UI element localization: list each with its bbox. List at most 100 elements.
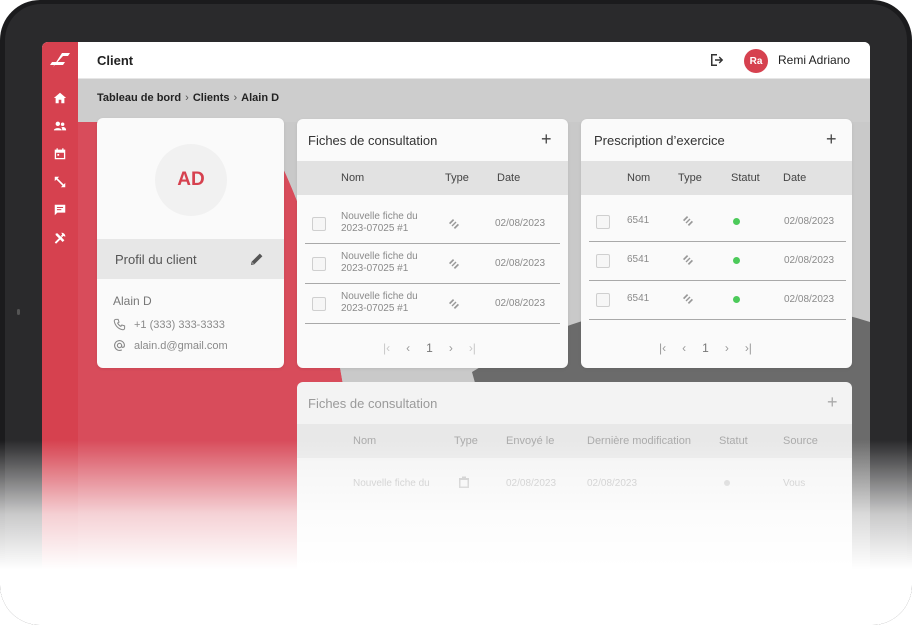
add-prescription-button[interactable]: + (826, 130, 837, 148)
row-date: 02/08/2023 (495, 298, 546, 309)
client-name: Alain D (113, 294, 152, 308)
prev-page-icon[interactable]: ‹ (682, 341, 686, 355)
row-date: 02/08/2023 (495, 258, 546, 269)
column-header[interactable]: Statut (731, 172, 760, 184)
column-header[interactable]: Statut (719, 435, 748, 447)
last-page-icon[interactable]: ›| (469, 341, 476, 355)
exercise-prescription-card: Prescription d’exercice + Nom Type Statu… (581, 119, 852, 368)
row-name: 6541 (627, 293, 650, 304)
row-checkbox[interactable] (596, 215, 610, 229)
breadcrumb-clients[interactable]: Clients (193, 92, 230, 104)
app-logo[interactable] (50, 50, 70, 68)
row-name: Nouvelle fiche du (353, 478, 430, 489)
dumbbell-icon (683, 216, 693, 226)
table-row[interactable]: Nouvelle fiche du 2023-07025 #1 02/08/20… (305, 204, 560, 244)
row-name-line1: Nouvelle fiche du (341, 211, 418, 222)
row-checkbox[interactable] (312, 217, 326, 231)
row-date: 02/08/2023 (784, 294, 835, 305)
column-header[interactable]: Nom (353, 435, 376, 447)
consultation-forms-full-card: Fiches de consultation + Nom Type Envoyé… (297, 382, 852, 625)
table-row[interactable]: 6541 02/08/2023 (589, 202, 846, 242)
row-checkbox[interactable] (312, 257, 326, 271)
phone-icon (113, 318, 126, 331)
clipboard-icon (459, 476, 469, 488)
first-page-icon[interactable]: |‹ (383, 341, 390, 355)
next-page-icon[interactable]: › (725, 341, 729, 355)
status-dot (733, 296, 740, 303)
add-consultation-button[interactable]: + (541, 130, 552, 148)
logout-icon[interactable] (710, 53, 724, 67)
breadcrumb: Tableau de bord › Clients › Alain D (97, 92, 279, 104)
card-title: Fiches de consultation (308, 396, 438, 411)
add-consultation-button[interactable]: + (827, 393, 838, 411)
tools-icon[interactable] (52, 230, 68, 246)
row-modified-date: 02/08/2023 (587, 478, 638, 489)
row-name-line2: 2023-07025 #1 (341, 303, 409, 314)
current-page[interactable]: 1 (426, 341, 433, 355)
column-header[interactable]: Nom (341, 172, 364, 184)
column-header[interactable]: Date (497, 172, 520, 184)
row-source: Vous (783, 478, 806, 489)
row-checkbox[interactable] (596, 254, 610, 268)
client-email-text: alain.d@gmail.com (134, 339, 228, 352)
profile-section-header: Profil du client (97, 239, 284, 279)
table-row[interactable]: Nouvelle fiche du 2023-07025 #1 02/08/20… (305, 284, 560, 324)
row-name: 6541 (627, 254, 650, 265)
next-page-icon[interactable]: › (449, 341, 453, 355)
row-checkbox[interactable] (312, 297, 326, 311)
table-row[interactable]: 6541 02/08/2023 (589, 241, 846, 281)
dumbbell-icon (449, 299, 459, 309)
current-page[interactable]: 1 (702, 341, 709, 355)
dumbbell-icon (683, 294, 693, 304)
consultation-forms-card: Fiches de consultation + Nom Type Date N… (297, 119, 568, 368)
users-icon[interactable] (52, 118, 68, 134)
pagination: |‹ ‹ 1 › ›| (659, 341, 752, 355)
dumbbell-icon (449, 219, 459, 229)
last-page-icon[interactable]: ›| (745, 341, 752, 355)
home-icon[interactable] (52, 90, 68, 106)
row-name: 6541 (627, 215, 650, 226)
breadcrumb-current: Alain D (241, 92, 280, 104)
table-header: Nom Type Statut Date (581, 161, 852, 195)
column-header[interactable]: Type (445, 172, 469, 184)
column-header[interactable]: Envoyé le (506, 435, 554, 447)
table-header: Nom Type Envoyé le Dernière modification… (297, 424, 852, 458)
column-header[interactable]: Dernière modification (587, 435, 691, 447)
first-page-icon[interactable]: |‹ (659, 341, 666, 355)
table-row[interactable]: Nouvelle fiche du 2023-07025 #1 02/08/20… (305, 244, 560, 284)
status-dot (733, 218, 740, 225)
chevron-right-icon: › (185, 92, 189, 104)
breadcrumb-dashboard[interactable]: Tableau de bord (97, 92, 181, 104)
row-name-line1: Nouvelle fiche du (341, 291, 418, 302)
status-dot (724, 480, 730, 486)
dumbbell-icon (683, 255, 693, 265)
column-header[interactable]: Type (454, 435, 478, 447)
row-date: 02/08/2023 (495, 218, 546, 229)
tablet-side-button (17, 309, 20, 315)
table-row[interactable]: 6541 02/08/2023 (589, 280, 846, 320)
client-phone-text: +1 (333) 333-3333 (134, 318, 225, 331)
client-phone[interactable]: +1 (333) 333-3333 (113, 318, 225, 331)
card-title: Prescription d’exercice (594, 133, 725, 148)
expand-icon[interactable] (52, 174, 68, 190)
chat-icon[interactable] (52, 202, 68, 218)
profile-section-label: Profil du client (115, 252, 197, 267)
client-email[interactable]: alain.d@gmail.com (113, 339, 228, 352)
edit-pencil-icon[interactable] (249, 251, 265, 267)
column-header[interactable]: Date (783, 172, 806, 184)
client-profile-card: AD Profil du client Alain D +1 (333) 333… (97, 118, 284, 368)
column-header[interactable]: Type (678, 172, 702, 184)
user-name[interactable]: Remi Adriano (778, 53, 850, 67)
prev-page-icon[interactable]: ‹ (406, 341, 410, 355)
row-checkbox[interactable] (596, 293, 610, 307)
row-name-line2: 2023-07025 #1 (341, 263, 409, 274)
column-header[interactable]: Nom (627, 172, 650, 184)
status-dot (733, 257, 740, 264)
calendar-icon[interactable] (52, 146, 68, 162)
table-header: Nom Type Date (297, 161, 568, 195)
column-header[interactable]: Source (783, 435, 818, 447)
row-date: 02/08/2023 (784, 255, 835, 266)
user-avatar[interactable]: Ra (744, 49, 768, 73)
sidebar (42, 42, 78, 625)
tablet-frame: Client Ra Remi Adriano Tableau de bord ›… (0, 0, 912, 625)
